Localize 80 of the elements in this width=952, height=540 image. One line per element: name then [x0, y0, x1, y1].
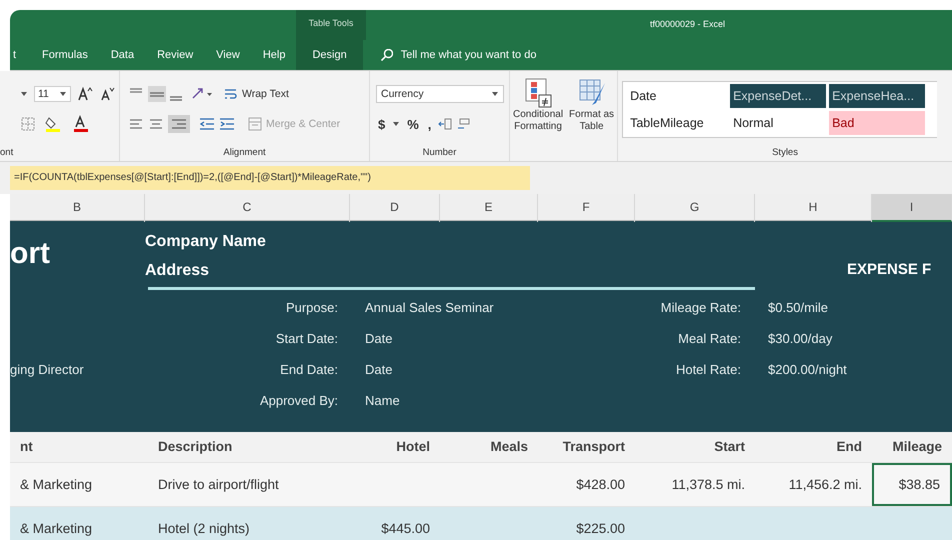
vertical-align-icons[interactable]: [128, 86, 184, 102]
font-size-field[interactable]: 11: [34, 86, 71, 102]
rate-label: Hotel Rate:: [676, 362, 741, 377]
format-as-table-button[interactable]: Format as Table: [566, 77, 618, 133]
rate-label: Meal Rate:: [678, 331, 741, 346]
rate-value[interactable]: $30.00/day: [768, 331, 832, 346]
percent-button[interactable]: %: [405, 116, 421, 132]
cell-style-item[interactable]: Bad: [829, 111, 926, 135]
table-column-header: End: [836, 439, 862, 454]
cell-style-item[interactable]: TableMileage: [627, 111, 728, 135]
rate-label: Mileage Rate:: [660, 300, 741, 315]
table-cell[interactable]: 11,456.2 mi.: [755, 463, 872, 506]
caret-icon[interactable]: [20, 91, 28, 97]
table-column-header: Transport: [562, 439, 625, 454]
table-column-header: Mileage: [892, 439, 942, 454]
ribbon-tab[interactable]: t: [10, 40, 30, 70]
table-cell[interactable]: & Marketing: [10, 463, 145, 506]
formula-text[interactable]: =IF(COUNTA(tblExpenses[@[Start]:[End]])=2,([@End]-[@Start])*MileageRate,""): [10, 166, 530, 190]
cell-style-item[interactable]: ExpenseHea...: [829, 84, 926, 108]
group-label: Number: [422, 147, 458, 158]
number-format-dropdown[interactable]: Currency: [376, 85, 504, 103]
table-cell[interactable]: Hotel (2 nights): [145, 507, 350, 540]
column-header[interactable]: I: [872, 194, 952, 222]
wrap-text-icon: [224, 87, 238, 101]
field-label: Start Date:: [276, 331, 338, 346]
window-title: tf00000029 - Excel: [650, 19, 726, 29]
table-cell[interactable]: & Marketing: [10, 507, 145, 540]
employee-title: ging Director: [10, 362, 84, 377]
field-value[interactable]: Annual Sales Seminar: [365, 300, 494, 315]
field-label: Approved By:: [260, 393, 338, 408]
group-label: Styles: [771, 147, 799, 158]
field-label: Purpose:: [286, 300, 338, 315]
cell-style-item[interactable]: Normal: [730, 111, 826, 135]
ribbon-tab[interactable]: Help: [250, 40, 296, 70]
table-column-header: Description: [158, 439, 232, 454]
decimal-icons[interactable]: [438, 116, 472, 132]
table-column-header: Start: [714, 439, 745, 454]
table-cell[interactable]: 11,378.5 mi.: [635, 463, 755, 506]
table-cell[interactable]: $428.00: [538, 463, 635, 506]
ribbon-tab[interactable]: Review: [145, 40, 204, 70]
currency-button[interactable]: $: [376, 116, 388, 132]
ribbon-tab[interactable]: Design: [296, 40, 363, 70]
shrink-font-icon[interactable]: [98, 86, 115, 102]
field-label: End Date:: [280, 362, 338, 377]
report-heading: EXPENSE F: [847, 261, 932, 278]
conditional-formatting-button[interactable]: Conditional Formatting: [510, 77, 566, 133]
comma-button[interactable]: ,: [426, 116, 434, 132]
tell-me-field[interactable]: Tell me what you want to do: [380, 48, 603, 62]
wrap-text-button[interactable]: Wrap Text: [220, 85, 293, 103]
grow-font-icon[interactable]: [76, 86, 93, 102]
table-column-header: Hotel: [396, 439, 430, 454]
report-title: ort: [10, 236, 51, 272]
field-value[interactable]: Date: [365, 362, 392, 377]
context-tab-label: Table Tools: [296, 10, 366, 40]
horizontal-align-icons[interactable]: [128, 115, 192, 133]
rate-value[interactable]: $0.50/mile: [768, 300, 828, 315]
caret-icon: [491, 91, 499, 97]
company-address: Address: [145, 261, 210, 281]
merge-icon: [248, 117, 262, 131]
caret-icon[interactable]: [58, 91, 67, 97]
group-label: ont: [0, 147, 14, 158]
company-name: Company Name: [145, 232, 267, 252]
cell-style-item[interactable]: Date: [627, 84, 728, 108]
table-column-header: nt: [20, 439, 33, 454]
ribbon-tab[interactable]: View: [204, 40, 251, 70]
ribbon-tab[interactable]: Formulas: [30, 40, 99, 70]
caret-icon[interactable]: [392, 121, 400, 127]
cell-style-item[interactable]: ExpenseDet...: [730, 84, 826, 108]
table-cell[interactable]: $38.85: [872, 463, 952, 506]
table-cell[interactable]: Drive to airport/flight: [145, 463, 350, 506]
table-column-header: Meals: [490, 439, 528, 454]
field-value[interactable]: Name: [365, 393, 400, 408]
table-cell[interactable]: $445.00: [350, 507, 440, 540]
ribbon-tab[interactable]: Data: [98, 40, 146, 70]
table-cell[interactable]: $225.00: [538, 507, 635, 540]
rate-value[interactable]: $200.00/night: [768, 362, 847, 377]
search-icon: [380, 49, 393, 61]
field-value[interactable]: Date: [365, 331, 392, 346]
conditional-formatting-icon: [523, 77, 554, 109]
group-label: Alignment: [222, 147, 267, 158]
